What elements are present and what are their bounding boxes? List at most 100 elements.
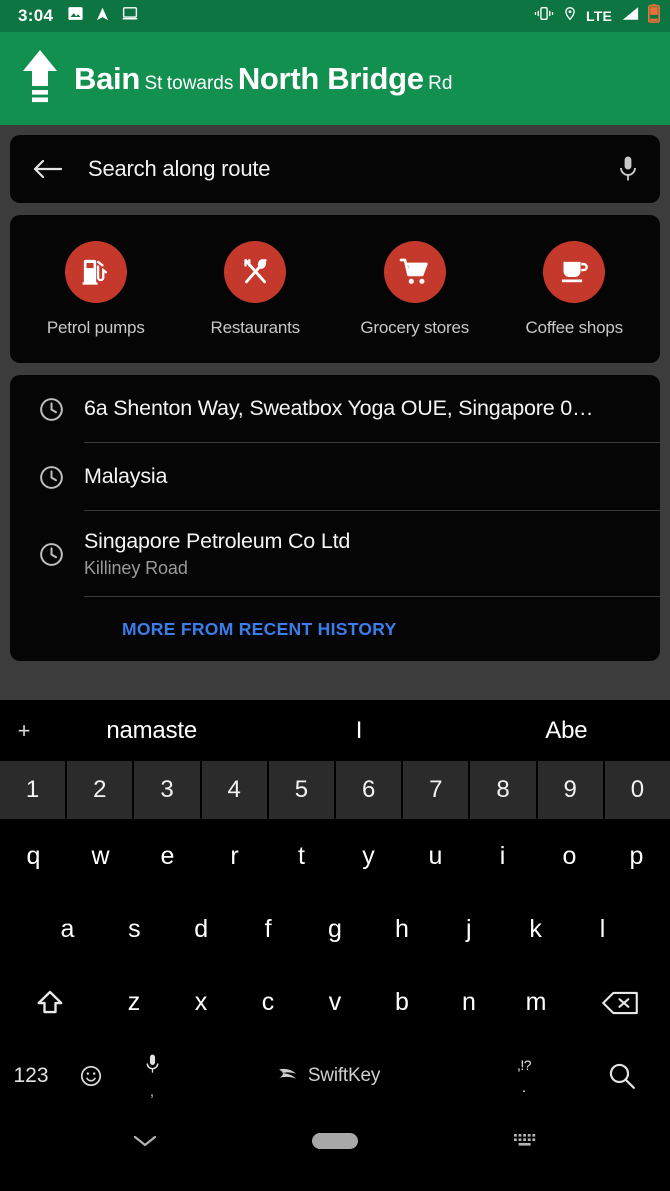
main-content: Search along route Petrol pumps Restaura… [0, 125, 670, 661]
key-5[interactable]: 5 [268, 761, 335, 819]
back-arrow-icon[interactable] [32, 158, 66, 180]
key-h[interactable]: h [368, 915, 435, 944]
emoji-icon[interactable] [62, 1064, 120, 1088]
key-a[interactable]: a [34, 915, 101, 944]
more-from-recent-history-button[interactable]: MORE FROM RECENT HISTORY [10, 597, 660, 661]
key-1[interactable]: 1 [0, 761, 66, 819]
key-2[interactable]: 2 [67, 761, 133, 819]
status-clock: 3:04 [18, 6, 54, 25]
fuel-pump-icon [64, 240, 127, 303]
status-right-icons: LTE [534, 4, 660, 28]
shopping-cart-icon [383, 240, 446, 303]
category-coffee-shops[interactable]: Coffee shops [495, 240, 655, 338]
punctuation-key[interactable]: ,!? . [474, 1057, 574, 1096]
clock-icon [38, 541, 84, 568]
category-label: Restaurants [210, 317, 301, 337]
list-item[interactable]: Malaysia [10, 443, 660, 511]
number-row: 1 2 3 4 5 6 7 8 9 0 [0, 761, 670, 820]
key-r[interactable]: r [201, 842, 268, 871]
navigation-arrow-icon [95, 5, 110, 28]
key-z[interactable]: z [101, 988, 168, 1017]
keyboard-row-3: z x c v b n m [0, 966, 670, 1039]
key-b[interactable]: b [369, 988, 436, 1017]
list-item[interactable]: Singapore Petroleum Co Ltd Killiney Road [10, 511, 660, 597]
category-label: Petrol pumps [46, 317, 145, 337]
key-3[interactable]: 3 [134, 761, 200, 819]
key-o[interactable]: o [536, 842, 603, 871]
shift-icon[interactable] [0, 988, 101, 1018]
key-f[interactable]: f [235, 915, 302, 944]
suggestion-1[interactable]: I [255, 717, 462, 745]
network-type-label: LTE [585, 8, 612, 24]
backspace-icon[interactable] [570, 989, 670, 1017]
suggestion-bar: + namaste I Abe [0, 700, 670, 761]
category-petrol-pumps[interactable]: Petrol pumps [16, 240, 176, 338]
coffee-cup-icon [543, 240, 606, 303]
key-q[interactable]: q [0, 842, 67, 871]
key-y[interactable]: y [335, 842, 402, 871]
street-primary-suffix: St [144, 72, 163, 94]
location-pin-icon [563, 5, 577, 27]
key-7[interactable]: 7 [403, 761, 469, 819]
key-4[interactable]: 4 [201, 761, 267, 819]
key-s[interactable]: s [101, 915, 168, 944]
battery-charging-icon [648, 4, 660, 28]
fork-spoon-icon [224, 240, 287, 303]
list-item-body: Singapore Petroleum Co Ltd Killiney Road [84, 511, 660, 597]
search-icon[interactable] [574, 1061, 670, 1091]
key-6[interactable]: 6 [336, 761, 402, 819]
microphone-icon[interactable] [616, 155, 640, 183]
vibrate-icon [534, 6, 554, 26]
signal-bars-icon [621, 6, 639, 26]
space-key[interactable]: SwiftKey [184, 1065, 474, 1088]
more-label: MORE FROM RECENT HISTORY [122, 618, 397, 639]
suggestion-2[interactable]: Abe [463, 717, 670, 745]
key-x[interactable]: x [168, 988, 235, 1017]
key-l[interactable]: l [569, 915, 636, 944]
numeric-mode-button[interactable]: 123 [0, 1064, 62, 1088]
key-9[interactable]: 9 [537, 761, 603, 819]
street-secondary: North Bridge [237, 60, 424, 96]
voice-input-key[interactable]: , [120, 1053, 184, 1100]
key-d[interactable]: d [168, 915, 235, 944]
key-w[interactable]: w [67, 842, 134, 871]
search-input[interactable]: Search along route [88, 156, 616, 182]
chevron-down-icon[interactable] [0, 1133, 290, 1149]
list-item[interactable]: 6a Shenton Way, Sweatbox Yoga OUE, Singa… [10, 375, 660, 443]
navigation-instruction-header[interactable]: Bain St towards North Bridge Rd [0, 32, 670, 125]
add-suggestion-button[interactable]: + [0, 718, 48, 744]
keyboard-row-1: q w e r t y u i o p [0, 820, 670, 893]
key-8[interactable]: 8 [470, 761, 536, 819]
home-pill-shape [312, 1133, 358, 1149]
instruction-text: Bain St towards North Bridge Rd [74, 61, 452, 97]
category-grocery-stores[interactable]: Grocery stores [335, 240, 495, 338]
list-item-body: Malaysia [84, 443, 660, 511]
key-k[interactable]: k [502, 915, 569, 944]
key-p[interactable]: p [603, 842, 670, 871]
key-m[interactable]: m [503, 988, 570, 1017]
key-e[interactable]: e [134, 842, 201, 871]
swiftkey-label: SwiftKey [307, 1065, 381, 1086]
key-c[interactable]: c [235, 988, 302, 1017]
key-u[interactable]: u [402, 842, 469, 871]
key-i[interactable]: i [469, 842, 536, 871]
key-0[interactable]: 0 [604, 761, 670, 819]
key-t[interactable]: t [268, 842, 335, 871]
clock-icon [38, 464, 84, 491]
comma-label: , [149, 1082, 155, 1100]
keyboard-row-2: a s d f g h j k l [0, 893, 670, 966]
key-g[interactable]: g [302, 915, 369, 944]
street-secondary-suffix: Rd [428, 72, 453, 94]
phone-screen: 3:04 LTE Bain St towards North Bridge Rd… [0, 0, 670, 1191]
keyboard-function-row: 123 , SwiftKey ,!? . [0, 1039, 670, 1113]
key-v[interactable]: v [302, 988, 369, 1017]
key-n[interactable]: n [436, 988, 503, 1017]
microphone-icon [145, 1053, 160, 1080]
suggestion-0[interactable]: namaste [48, 717, 255, 745]
on-screen-keyboard: + namaste I Abe 1 2 3 4 5 6 7 8 9 0 q w … [0, 700, 670, 1191]
category-restaurants[interactable]: Restaurants [176, 240, 336, 338]
home-pill-icon[interactable] [290, 1133, 380, 1149]
search-bar[interactable]: Search along route [10, 135, 660, 203]
key-j[interactable]: j [435, 915, 502, 944]
keyboard-icon[interactable] [380, 1132, 670, 1150]
